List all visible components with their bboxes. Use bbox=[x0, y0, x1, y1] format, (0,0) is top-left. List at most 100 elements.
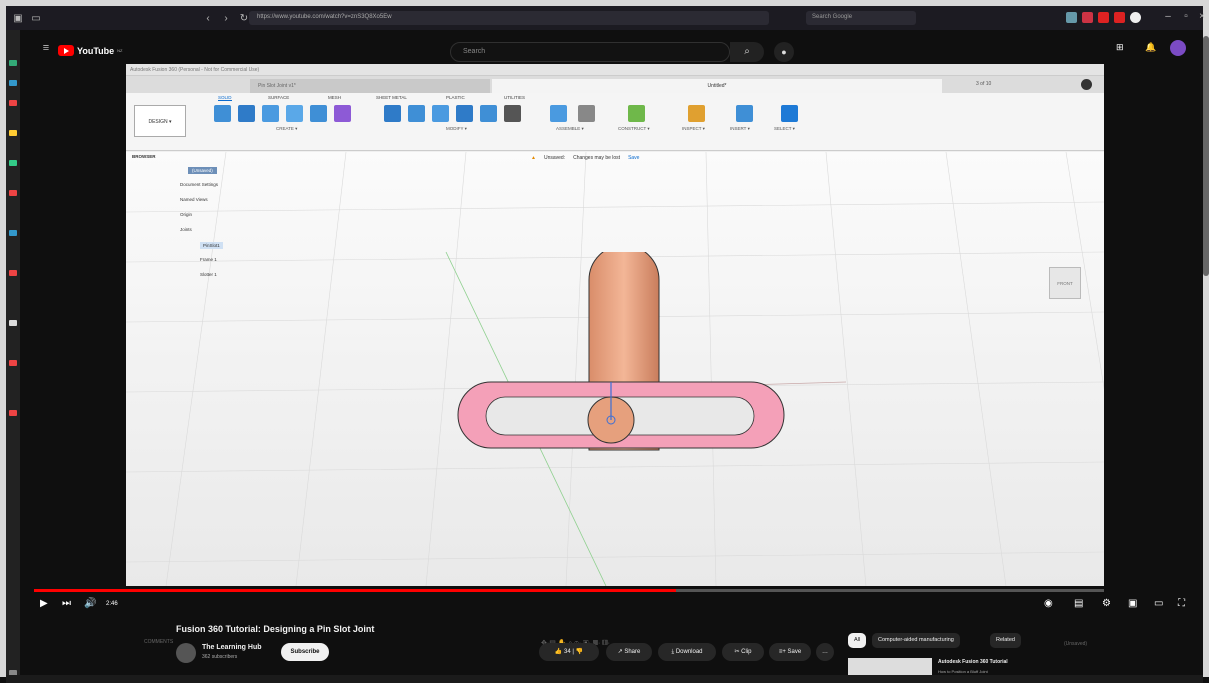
app-icon[interactable] bbox=[9, 160, 17, 166]
back-icon[interactable]: ‹ bbox=[202, 13, 214, 24]
tab-icon[interactable]: ▭ bbox=[30, 13, 42, 24]
select-icon[interactable] bbox=[781, 105, 798, 122]
insert-icon[interactable] bbox=[736, 105, 753, 122]
avatar[interactable] bbox=[1170, 40, 1186, 56]
video-progress-bar[interactable] bbox=[34, 589, 1104, 592]
theater-mode-icon[interactable]: ▭ bbox=[1154, 598, 1163, 609]
form-icon[interactable] bbox=[334, 105, 351, 122]
tab-utilities[interactable]: UTILITIES bbox=[504, 95, 525, 100]
app-icon[interactable] bbox=[9, 410, 17, 416]
menu-icon[interactable]: ▣ bbox=[12, 13, 24, 24]
design-workspace-button[interactable]: DESIGN ▾ bbox=[134, 105, 186, 137]
volume-icon[interactable]: 🔊 bbox=[84, 598, 96, 609]
app-icon[interactable] bbox=[9, 190, 17, 196]
tab-solid[interactable]: SOLID bbox=[218, 95, 232, 101]
settings-icon[interactable]: ⚙ bbox=[1102, 598, 1111, 609]
browser-root-item[interactable]: (Unsaved) bbox=[188, 167, 217, 174]
maximize-icon[interactable]: ▫ bbox=[1180, 11, 1192, 22]
measure-icon[interactable] bbox=[688, 105, 705, 122]
browser-item-joints[interactable]: Joints bbox=[180, 227, 192, 232]
select-menu[interactable]: SELECT ▾ bbox=[774, 126, 795, 132]
app-icon[interactable] bbox=[9, 100, 17, 106]
url-bar[interactable]: https://www.youtube.com/watch?v=znS3Q8Xo… bbox=[249, 11, 769, 25]
minimize-icon[interactable]: – bbox=[1162, 11, 1174, 22]
box-icon[interactable] bbox=[310, 105, 327, 122]
clip-button[interactable]: ✂ Clip bbox=[722, 643, 764, 661]
share-button[interactable]: ↗ Share bbox=[606, 643, 652, 661]
create-icon[interactable]: ⊞ bbox=[1116, 42, 1124, 53]
app-icon[interactable] bbox=[9, 270, 17, 276]
save-button[interactable]: ≡+ Save bbox=[769, 643, 811, 661]
browser-item-frame[interactable]: Frame 1 bbox=[200, 257, 217, 262]
chip-all[interactable]: All bbox=[848, 633, 867, 648]
play-icon[interactable]: ▶ bbox=[40, 598, 48, 609]
tab-sheet-metal[interactable]: SHEET METAL bbox=[376, 95, 407, 100]
insert-menu[interactable]: INSERT ▾ bbox=[730, 126, 750, 132]
youtube-search-input[interactable]: Search bbox=[450, 42, 730, 62]
app-icon[interactable] bbox=[9, 230, 17, 236]
profile-icon[interactable] bbox=[1130, 12, 1141, 23]
plane-icon[interactable] bbox=[628, 105, 645, 122]
tab-untitled[interactable]: Untitled* bbox=[492, 79, 942, 93]
view-cube[interactable]: FRONT bbox=[1049, 267, 1081, 299]
extension-icon[interactable] bbox=[1082, 12, 1093, 23]
move-icon[interactable] bbox=[504, 105, 521, 122]
browser-search-input[interactable]: Search Google bbox=[806, 11, 916, 25]
app-icon[interactable] bbox=[9, 80, 17, 86]
fullscreen-icon[interactable]: ⛶ bbox=[1178, 598, 1185, 609]
channel-name[interactable]: The Learning Hub bbox=[202, 644, 262, 651]
press-pull-icon[interactable] bbox=[384, 105, 401, 122]
tab-surface[interactable]: SURFACE bbox=[268, 95, 289, 100]
chip-related[interactable]: Related bbox=[990, 633, 1021, 648]
extension-icon[interactable] bbox=[1114, 12, 1125, 23]
create-menu[interactable]: CREATE ▾ bbox=[276, 126, 297, 132]
like-button[interactable]: 👍 34 | 👎 bbox=[539, 643, 599, 661]
construct-menu[interactable]: CONSTRUCT ▾ bbox=[618, 126, 650, 132]
chamfer-icon[interactable] bbox=[432, 105, 449, 122]
shell-icon[interactable] bbox=[456, 105, 473, 122]
microphone-icon[interactable]: ● bbox=[774, 42, 794, 62]
channel-avatar[interactable] bbox=[176, 643, 196, 663]
hamburger-menu-icon[interactable]: ≡ bbox=[40, 42, 52, 54]
new-sketch-icon[interactable] bbox=[214, 105, 231, 122]
app-icon[interactable] bbox=[9, 130, 17, 136]
more-actions-icon[interactable]: … bbox=[816, 643, 834, 661]
tab-mesh[interactable]: MESH bbox=[328, 95, 341, 100]
browser-item-pinslot[interactable]: PinSlot1 bbox=[200, 242, 223, 249]
next-icon[interactable]: ⏭ bbox=[62, 598, 71, 609]
miniplayer-icon[interactable]: ▣ bbox=[1128, 598, 1137, 609]
save-link[interactable]: Save bbox=[628, 155, 639, 161]
3d-viewport[interactable]: BROWSER (Unsaved) Document Settings Name… bbox=[126, 152, 1104, 647]
inspect-menu[interactable]: INSPECT ▾ bbox=[682, 126, 705, 132]
comments-panel[interactable]: COMMENTS bbox=[144, 639, 173, 645]
page-scrollbar[interactable] bbox=[1203, 36, 1209, 276]
browser-item-origin[interactable]: Origin bbox=[180, 212, 192, 217]
new-component-icon[interactable] bbox=[550, 105, 567, 122]
chip-computer-aided-manufacturing[interactable]: Computer-aided manufacturing bbox=[872, 633, 960, 648]
recommendation-title[interactable]: Autodesk Fusion 360 Tutorial bbox=[938, 659, 1008, 665]
subtitles-icon[interactable]: ▤ bbox=[1074, 598, 1083, 609]
hole-icon[interactable] bbox=[286, 105, 303, 122]
app-icon[interactable] bbox=[9, 60, 17, 66]
app-icon[interactable] bbox=[9, 320, 17, 326]
user-avatar-icon[interactable] bbox=[1081, 79, 1092, 90]
tab-plastic[interactable]: PLASTIC bbox=[446, 95, 465, 100]
video-player[interactable]: Autodesk Fusion 360 (Personal - Not for … bbox=[126, 64, 1104, 647]
browser-item-named-views[interactable]: Named Views bbox=[180, 197, 208, 202]
autoplay-toggle-icon[interactable]: ◉ bbox=[1044, 598, 1053, 609]
browser-item-document-settings[interactable]: Document Settings bbox=[180, 182, 218, 187]
tab-pin-slot-joint[interactable]: Pin Slot Joint v1* bbox=[250, 79, 490, 93]
forward-icon[interactable]: › bbox=[220, 13, 232, 24]
extension-icon[interactable] bbox=[1098, 12, 1109, 23]
extrude-icon[interactable] bbox=[238, 105, 255, 122]
notifications-icon[interactable]: 🔔 bbox=[1145, 42, 1156, 53]
search-icon[interactable]: ⌕ bbox=[730, 42, 764, 62]
combine-icon[interactable] bbox=[480, 105, 497, 122]
app-icon[interactable] bbox=[9, 360, 17, 366]
download-button[interactable]: ⤓ Download bbox=[658, 643, 716, 661]
subscribe-button[interactable]: Subscribe bbox=[281, 643, 329, 661]
fillet-icon[interactable] bbox=[408, 105, 425, 122]
youtube-logo[interactable]: YouTube NZ bbox=[58, 45, 123, 56]
browser-item-slotter[interactable]: Slotter 1 bbox=[200, 272, 217, 277]
assemble-menu[interactable]: ASSEMBLE ▾ bbox=[556, 126, 584, 132]
